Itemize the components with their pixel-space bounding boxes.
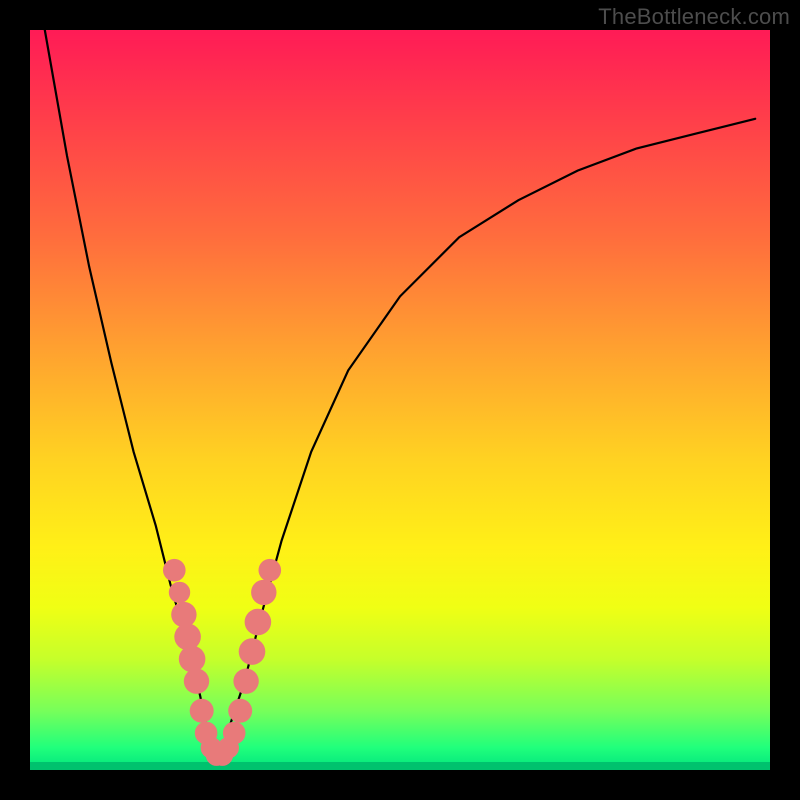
curve-marker — [184, 669, 209, 694]
curve-marker — [163, 559, 186, 582]
curve-marker — [179, 646, 206, 673]
curve-marker — [239, 638, 266, 665]
curve-marker — [171, 602, 196, 627]
plot-area — [30, 30, 770, 770]
bottleneck-curve — [45, 30, 755, 755]
curve-marker — [251, 580, 276, 605]
watermark-text: TheBottleneck.com — [598, 4, 790, 30]
chart-svg — [30, 30, 770, 770]
chart-frame: TheBottleneck.com — [0, 0, 800, 800]
curve-marker — [245, 609, 272, 636]
curve-marker — [223, 722, 246, 745]
curve-marker — [190, 699, 214, 723]
curve-marker — [174, 624, 201, 651]
curve-marker — [233, 669, 258, 694]
marker-group — [163, 559, 281, 766]
curve-marker — [228, 699, 252, 723]
curve-marker — [169, 582, 190, 603]
curve-marker — [259, 559, 282, 582]
